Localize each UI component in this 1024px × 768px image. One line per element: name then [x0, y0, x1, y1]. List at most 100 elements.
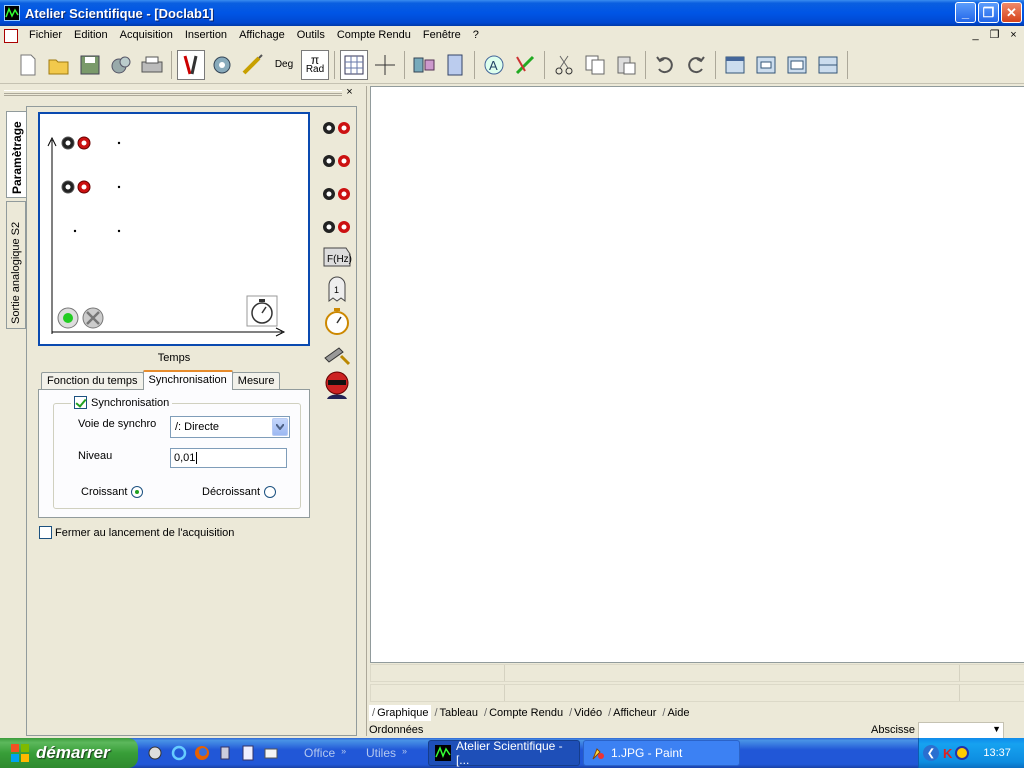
stopwatch-icon: [246, 295, 278, 327]
sensor-button[interactable]: [208, 50, 236, 80]
settings-button[interactable]: [107, 50, 135, 80]
open-button[interactable]: [45, 50, 73, 80]
vtab-parametrage[interactable]: Paramètrage: [6, 111, 26, 198]
decroissant-radio[interactable]: [264, 486, 277, 498]
save-button[interactable]: [76, 50, 104, 80]
quicklaunch-ie[interactable]: [170, 744, 188, 762]
cut-button[interactable]: [550, 50, 578, 80]
abscisse-select[interactable]: ▼: [918, 722, 1004, 739]
palette-channel-1[interactable]: [320, 113, 354, 143]
task-atelier-scientifique[interactable]: Atelier Scientifique - [...: [428, 739, 580, 767]
croissant-option[interactable]: Croissant: [81, 486, 144, 498]
panel-close-button[interactable]: ×: [344, 87, 355, 98]
quicklaunch-tool[interactable]: [216, 744, 234, 762]
crosshair-button[interactable]: [371, 50, 399, 80]
tab-synchronisation[interactable]: Synchronisation: [142, 370, 233, 390]
mdi-minimize-button[interactable]: _: [969, 28, 982, 42]
palette-hammer[interactable]: [320, 339, 354, 369]
text-annotation-button[interactable]: A: [480, 50, 508, 80]
degree-button[interactable]: Deg: [270, 50, 298, 80]
menu-compte-rendu[interactable]: Compte Rendu: [331, 26, 417, 45]
rad-label-group: π Rad: [306, 54, 324, 75]
palette-channel-3[interactable]: [320, 179, 354, 209]
window-layout-1-button[interactable]: [721, 50, 749, 80]
title-bar[interactable]: Atelier Scientifique - [Doclab1] _ ❐ ✕: [0, 0, 1024, 26]
new-document-button[interactable]: [14, 50, 42, 80]
start-button[interactable]: démarrer: [0, 738, 138, 768]
vtab-sortie-analogique[interactable]: Sortie analogique S2: [6, 201, 26, 329]
redo-button[interactable]: [682, 50, 710, 80]
window-layout-2-button[interactable]: [752, 50, 780, 80]
horizontal-scroll-2[interactable]: [370, 684, 1024, 702]
palette-channel-2[interactable]: [320, 146, 354, 176]
task-atelier-label: Atelier Scientifique - [...: [455, 739, 563, 767]
radian-button[interactable]: π Rad: [301, 49, 329, 80]
palette-character[interactable]: [320, 370, 354, 400]
panel-grip[interactable]: [4, 90, 342, 96]
window-layout-4-button[interactable]: [814, 50, 842, 80]
undo-button[interactable]: [651, 50, 679, 80]
palette-frequency[interactable]: F(Hz): [320, 241, 354, 271]
close-button[interactable]: ✕: [1001, 2, 1022, 23]
decroissant-option[interactable]: Décroissant: [202, 486, 277, 498]
graph-canvas[interactable]: [370, 86, 1024, 663]
horizontal-scroll-1[interactable]: [370, 664, 1024, 682]
copy-button[interactable]: [581, 50, 609, 80]
menu-affichage[interactable]: Affichage: [233, 26, 291, 45]
curve-tool-button[interactable]: [239, 50, 267, 80]
palette-counter[interactable]: 1: [320, 273, 354, 303]
document-icon[interactable]: [4, 28, 18, 43]
tab-aide[interactable]: Aide: [659, 705, 692, 721]
menu-edition[interactable]: Edition: [68, 26, 114, 45]
paste-button[interactable]: [612, 50, 640, 80]
printer-icon: [141, 56, 163, 72]
tab-compte-rendu[interactable]: Compte Rendu: [481, 705, 566, 721]
config-tabs: Fonction du temps Synchronisation Mesure: [41, 370, 281, 390]
network-icon[interactable]: [955, 746, 970, 760]
antivirus-icon[interactable]: K: [943, 746, 952, 761]
mdi-close-button[interactable]: ×: [1007, 28, 1020, 42]
tray-expand-icon[interactable]: ❮: [923, 745, 939, 761]
palette-channel-4[interactable]: [320, 212, 354, 242]
quicklaunch-calc[interactable]: [239, 744, 257, 762]
synchronisation-checkbox[interactable]: [74, 396, 87, 409]
quicklaunch-book[interactable]: [262, 744, 280, 762]
croissant-radio[interactable]: [131, 486, 144, 498]
chevron-down-icon[interactable]: ▼: [992, 724, 1001, 734]
window-layout-3-button[interactable]: [783, 50, 811, 80]
task-paint[interactable]: 1.JPG - Paint: [583, 740, 740, 766]
taskbar-group-utiles[interactable]: Utiles »: [366, 746, 407, 760]
tab-mesure[interactable]: Mesure: [231, 372, 281, 390]
menu-fichier[interactable]: Fichier: [23, 26, 68, 45]
palette-timer[interactable]: [320, 306, 354, 336]
menu-acquisition[interactable]: Acquisition: [114, 26, 179, 45]
tab-graphique[interactable]: Graphique: [369, 704, 432, 721]
close-on-start-checkbox[interactable]: [39, 526, 52, 539]
print-button[interactable]: [138, 50, 166, 80]
maximize-button[interactable]: ❐: [978, 2, 999, 23]
calculator-button[interactable]: [441, 50, 469, 80]
tab-tableau[interactable]: Tableau: [431, 705, 481, 721]
minimize-button[interactable]: _: [955, 2, 976, 23]
channel-config-graph[interactable]: [38, 112, 310, 346]
menu-fenetre[interactable]: Fenêtre: [417, 26, 467, 45]
niveau-input[interactable]: 0,01: [170, 448, 287, 468]
tab-fonction-du-temps[interactable]: Fonction du temps: [41, 372, 144, 390]
chevron-down-icon[interactable]: [272, 418, 288, 436]
draw-button[interactable]: [511, 50, 539, 80]
menu-outils[interactable]: Outils: [291, 26, 331, 45]
quicklaunch-settings[interactable]: [146, 744, 164, 762]
voie-synchro-select[interactable]: /: Directe: [170, 416, 290, 438]
menu-insertion[interactable]: Insertion: [179, 26, 233, 45]
mdi-restore-button[interactable]: ❐: [988, 28, 1001, 42]
quicklaunch-firefox[interactable]: [193, 744, 211, 762]
tab-video[interactable]: Vidéo: [566, 705, 605, 721]
connections-button[interactable]: [177, 49, 205, 80]
tab-afficheur[interactable]: Afficheur: [605, 705, 659, 721]
taskbar-group-office[interactable]: Office »: [304, 746, 346, 760]
clock[interactable]: 13:37: [983, 747, 1011, 759]
grid-button[interactable]: [340, 49, 368, 80]
sensor-icon: [213, 56, 231, 73]
model-button[interactable]: [410, 50, 438, 80]
menu-help[interactable]: ?: [467, 26, 485, 45]
